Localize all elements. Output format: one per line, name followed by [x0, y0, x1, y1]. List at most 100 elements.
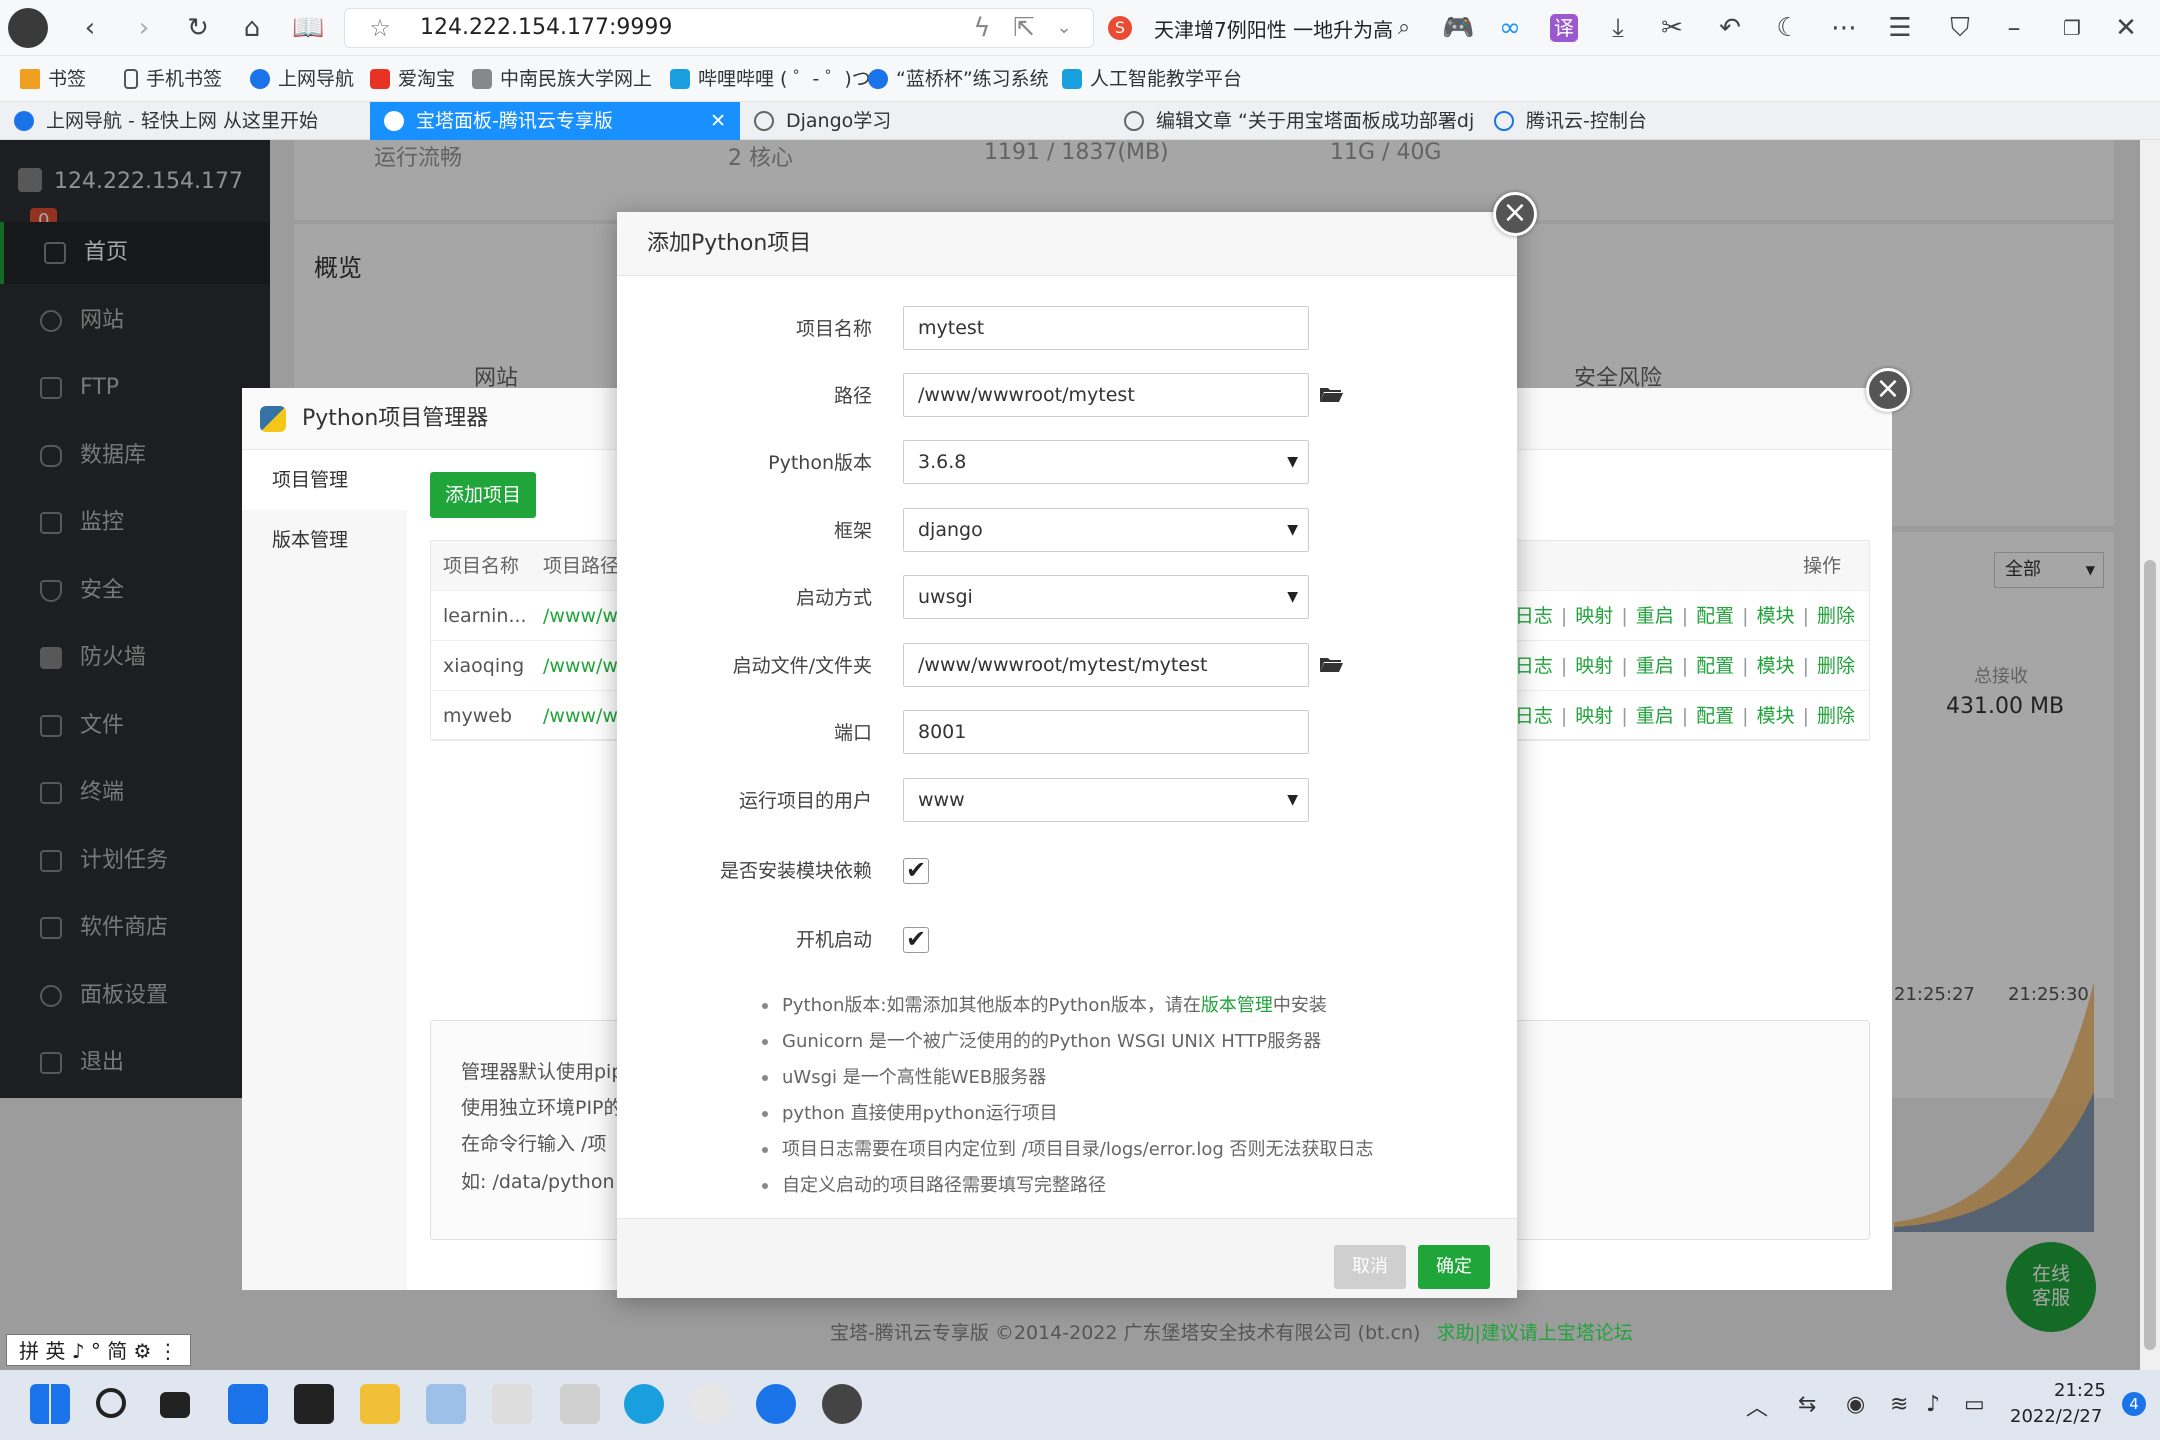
translate-icon[interactable]: 译: [1550, 14, 1578, 42]
chevron-down-icon[interactable]: ⌄: [1050, 14, 1078, 42]
lightning-icon[interactable]: ϟ: [968, 14, 996, 42]
framework-select[interactable]: django ▼: [903, 508, 1309, 552]
startup-file-input[interactable]: /www/wwwroot/mytest/mytest: [903, 643, 1309, 687]
restore-icon[interactable]: ❐: [2058, 14, 2086, 42]
add-project-button[interactable]: 添加项目: [430, 472, 536, 518]
autostart-checkbox[interactable]: ✔: [903, 927, 929, 953]
user-avatar-icon[interactable]: [822, 1384, 862, 1424]
log-link[interactable]: 日志: [1515, 705, 1553, 727]
browser-tab[interactable]: Django学习: [740, 102, 1110, 140]
log-link[interactable]: 日志: [1515, 605, 1553, 627]
tab-project-manage[interactable]: 项目管理: [242, 450, 407, 510]
folder-open-icon[interactable]: [1319, 385, 1343, 403]
project-path[interactable]: /www/w: [543, 691, 618, 741]
version-manage-link[interactable]: 版本管理: [1201, 995, 1273, 1016]
project-path[interactable]: /www/w: [543, 591, 618, 641]
tab-close-icon[interactable]: ✕: [710, 102, 726, 140]
refresh-icon[interactable]: ↻: [184, 14, 212, 42]
wechat-icon[interactable]: [690, 1384, 730, 1424]
share-icon[interactable]: ⇱: [1010, 14, 1038, 42]
module-link[interactable]: 模块: [1757, 605, 1795, 627]
widgets-icon[interactable]: [228, 1384, 268, 1424]
task-view-icon[interactable]: [160, 1392, 190, 1418]
port-input[interactable]: 8001: [903, 710, 1309, 754]
more-icon[interactable]: ⋯: [1830, 14, 1858, 42]
forward-icon[interactable]: ›: [130, 14, 158, 42]
volume-icon[interactable]: ♪: [1926, 1392, 1940, 1417]
browser-tab[interactable]: 腾讯云-控制台: [1480, 102, 1850, 140]
python-manager-close-button[interactable]: ×: [1866, 368, 1910, 412]
clock-time[interactable]: 21:25: [2054, 1380, 2106, 1401]
minimize-icon[interactable]: –: [2000, 14, 2028, 42]
browser-icon[interactable]: [624, 1384, 664, 1424]
back-icon[interactable]: ‹: [76, 14, 104, 42]
menu-icon[interactable]: ☰: [1886, 14, 1914, 42]
delete-link[interactable]: 删除: [1817, 705, 1855, 727]
night-mode-icon[interactable]: ☾: [1774, 14, 1802, 42]
clock-date[interactable]: 2022/2/27: [2010, 1406, 2102, 1427]
scissors-icon[interactable]: ✂: [1658, 14, 1686, 42]
delete-link[interactable]: 删除: [1817, 605, 1855, 627]
config-link[interactable]: 配置: [1696, 705, 1734, 727]
install-deps-checkbox[interactable]: ✔: [903, 858, 929, 884]
run-user-select[interactable]: www ▼: [903, 778, 1309, 822]
file-explorer-icon[interactable]: [360, 1384, 400, 1424]
chart-app-icon[interactable]: [426, 1384, 466, 1424]
home-icon[interactable]: ⌂: [238, 14, 266, 42]
map-link[interactable]: 映射: [1575, 655, 1613, 677]
search-icon[interactable]: [96, 1388, 126, 1418]
avatar[interactable]: [8, 8, 48, 48]
star-icon[interactable]: ☆: [366, 14, 394, 42]
bookmark-item[interactable]: 中南民族大学网上: [472, 56, 652, 102]
search-engine-icon[interactable]: S: [1108, 16, 1132, 40]
battery-icon[interactable]: ▭: [1964, 1392, 1985, 1417]
bookmark-item[interactable]: 哔哩哔哩 ( ゜- ゜)つ: [670, 56, 871, 102]
cancel-button[interactable]: 取消: [1334, 1245, 1406, 1289]
restart-link[interactable]: 重启: [1636, 705, 1674, 727]
wifi-icon[interactable]: ≋: [1890, 1392, 1908, 1417]
download-icon[interactable]: ⤓: [1604, 14, 1632, 42]
python-version-select[interactable]: 3.6.8 ▼: [903, 440, 1309, 484]
search-box-text[interactable]: 天津增7例阳性 一地升为高: [1154, 14, 1393, 43]
folder-open-icon[interactable]: [1319, 655, 1343, 673]
config-link[interactable]: 配置: [1696, 655, 1734, 677]
module-link[interactable]: 模块: [1757, 705, 1795, 727]
settings-tray-icon[interactable]: ⇆: [1798, 1392, 1816, 1417]
map-link[interactable]: 映射: [1575, 705, 1613, 727]
kugou-icon[interactable]: [756, 1384, 796, 1424]
forum-link[interactable]: 求助|建议请上宝塔论坛: [1436, 1322, 1632, 1344]
restart-link[interactable]: 重启: [1636, 605, 1674, 627]
ime-toolbar[interactable]: 拼 英 ♪ ° 简 ⚙ ⋮: [6, 1334, 191, 1366]
confirm-button[interactable]: 确定: [1418, 1245, 1490, 1289]
reader-icon[interactable]: 📖: [292, 14, 324, 42]
snip-tool-icon[interactable]: [560, 1384, 600, 1424]
bookmark-item[interactable]: 手机书签: [124, 56, 222, 102]
page-scrollbar[interactable]: [2140, 140, 2160, 1370]
qq-icon[interactable]: ◉: [1846, 1392, 1865, 1417]
undo-icon[interactable]: ↶: [1716, 14, 1744, 42]
map-link[interactable]: 映射: [1575, 605, 1613, 627]
terminal-icon[interactable]: [294, 1384, 334, 1424]
notification-badge[interactable]: 4: [2122, 1392, 2146, 1416]
bookmark-item[interactable]: 书签: [20, 56, 86, 102]
log-link[interactable]: 日志: [1515, 655, 1553, 677]
browser-tab[interactable]: 上网导航 - 轻快上网 从这里开始: [0, 102, 370, 140]
search-icon[interactable]: ⌕: [1390, 14, 1418, 42]
game-icon[interactable]: 🎮: [1442, 14, 1474, 42]
shirt-icon[interactable]: ⛉: [1946, 14, 1974, 42]
extension-icon[interactable]: ∞: [1496, 14, 1524, 42]
bookmark-item[interactable]: 爱淘宝: [370, 56, 455, 102]
path-input[interactable]: /www/wwwroot/mytest: [903, 373, 1309, 417]
config-link[interactable]: 配置: [1696, 605, 1734, 627]
module-link[interactable]: 模块: [1757, 655, 1795, 677]
browser-tab[interactable]: 编辑文章 “关于用宝塔面板成功部署dj: [1110, 102, 1480, 140]
bookmark-item[interactable]: 人工智能教学平台: [1062, 56, 1242, 102]
restart-link[interactable]: 重启: [1636, 655, 1674, 677]
chevron-up-icon[interactable]: ︿: [1746, 1390, 1768, 1422]
startup-method-select[interactable]: uwsgi ▼: [903, 575, 1309, 619]
browser-tab-active[interactable]: 宝塔面板-腾讯云专享版 ✕: [370, 102, 740, 140]
dialog-close-button[interactable]: ×: [1493, 192, 1537, 236]
bookmark-item[interactable]: 上网导航: [250, 56, 354, 102]
windows-start-icon[interactable]: [30, 1384, 70, 1424]
delete-link[interactable]: 删除: [1817, 655, 1855, 677]
